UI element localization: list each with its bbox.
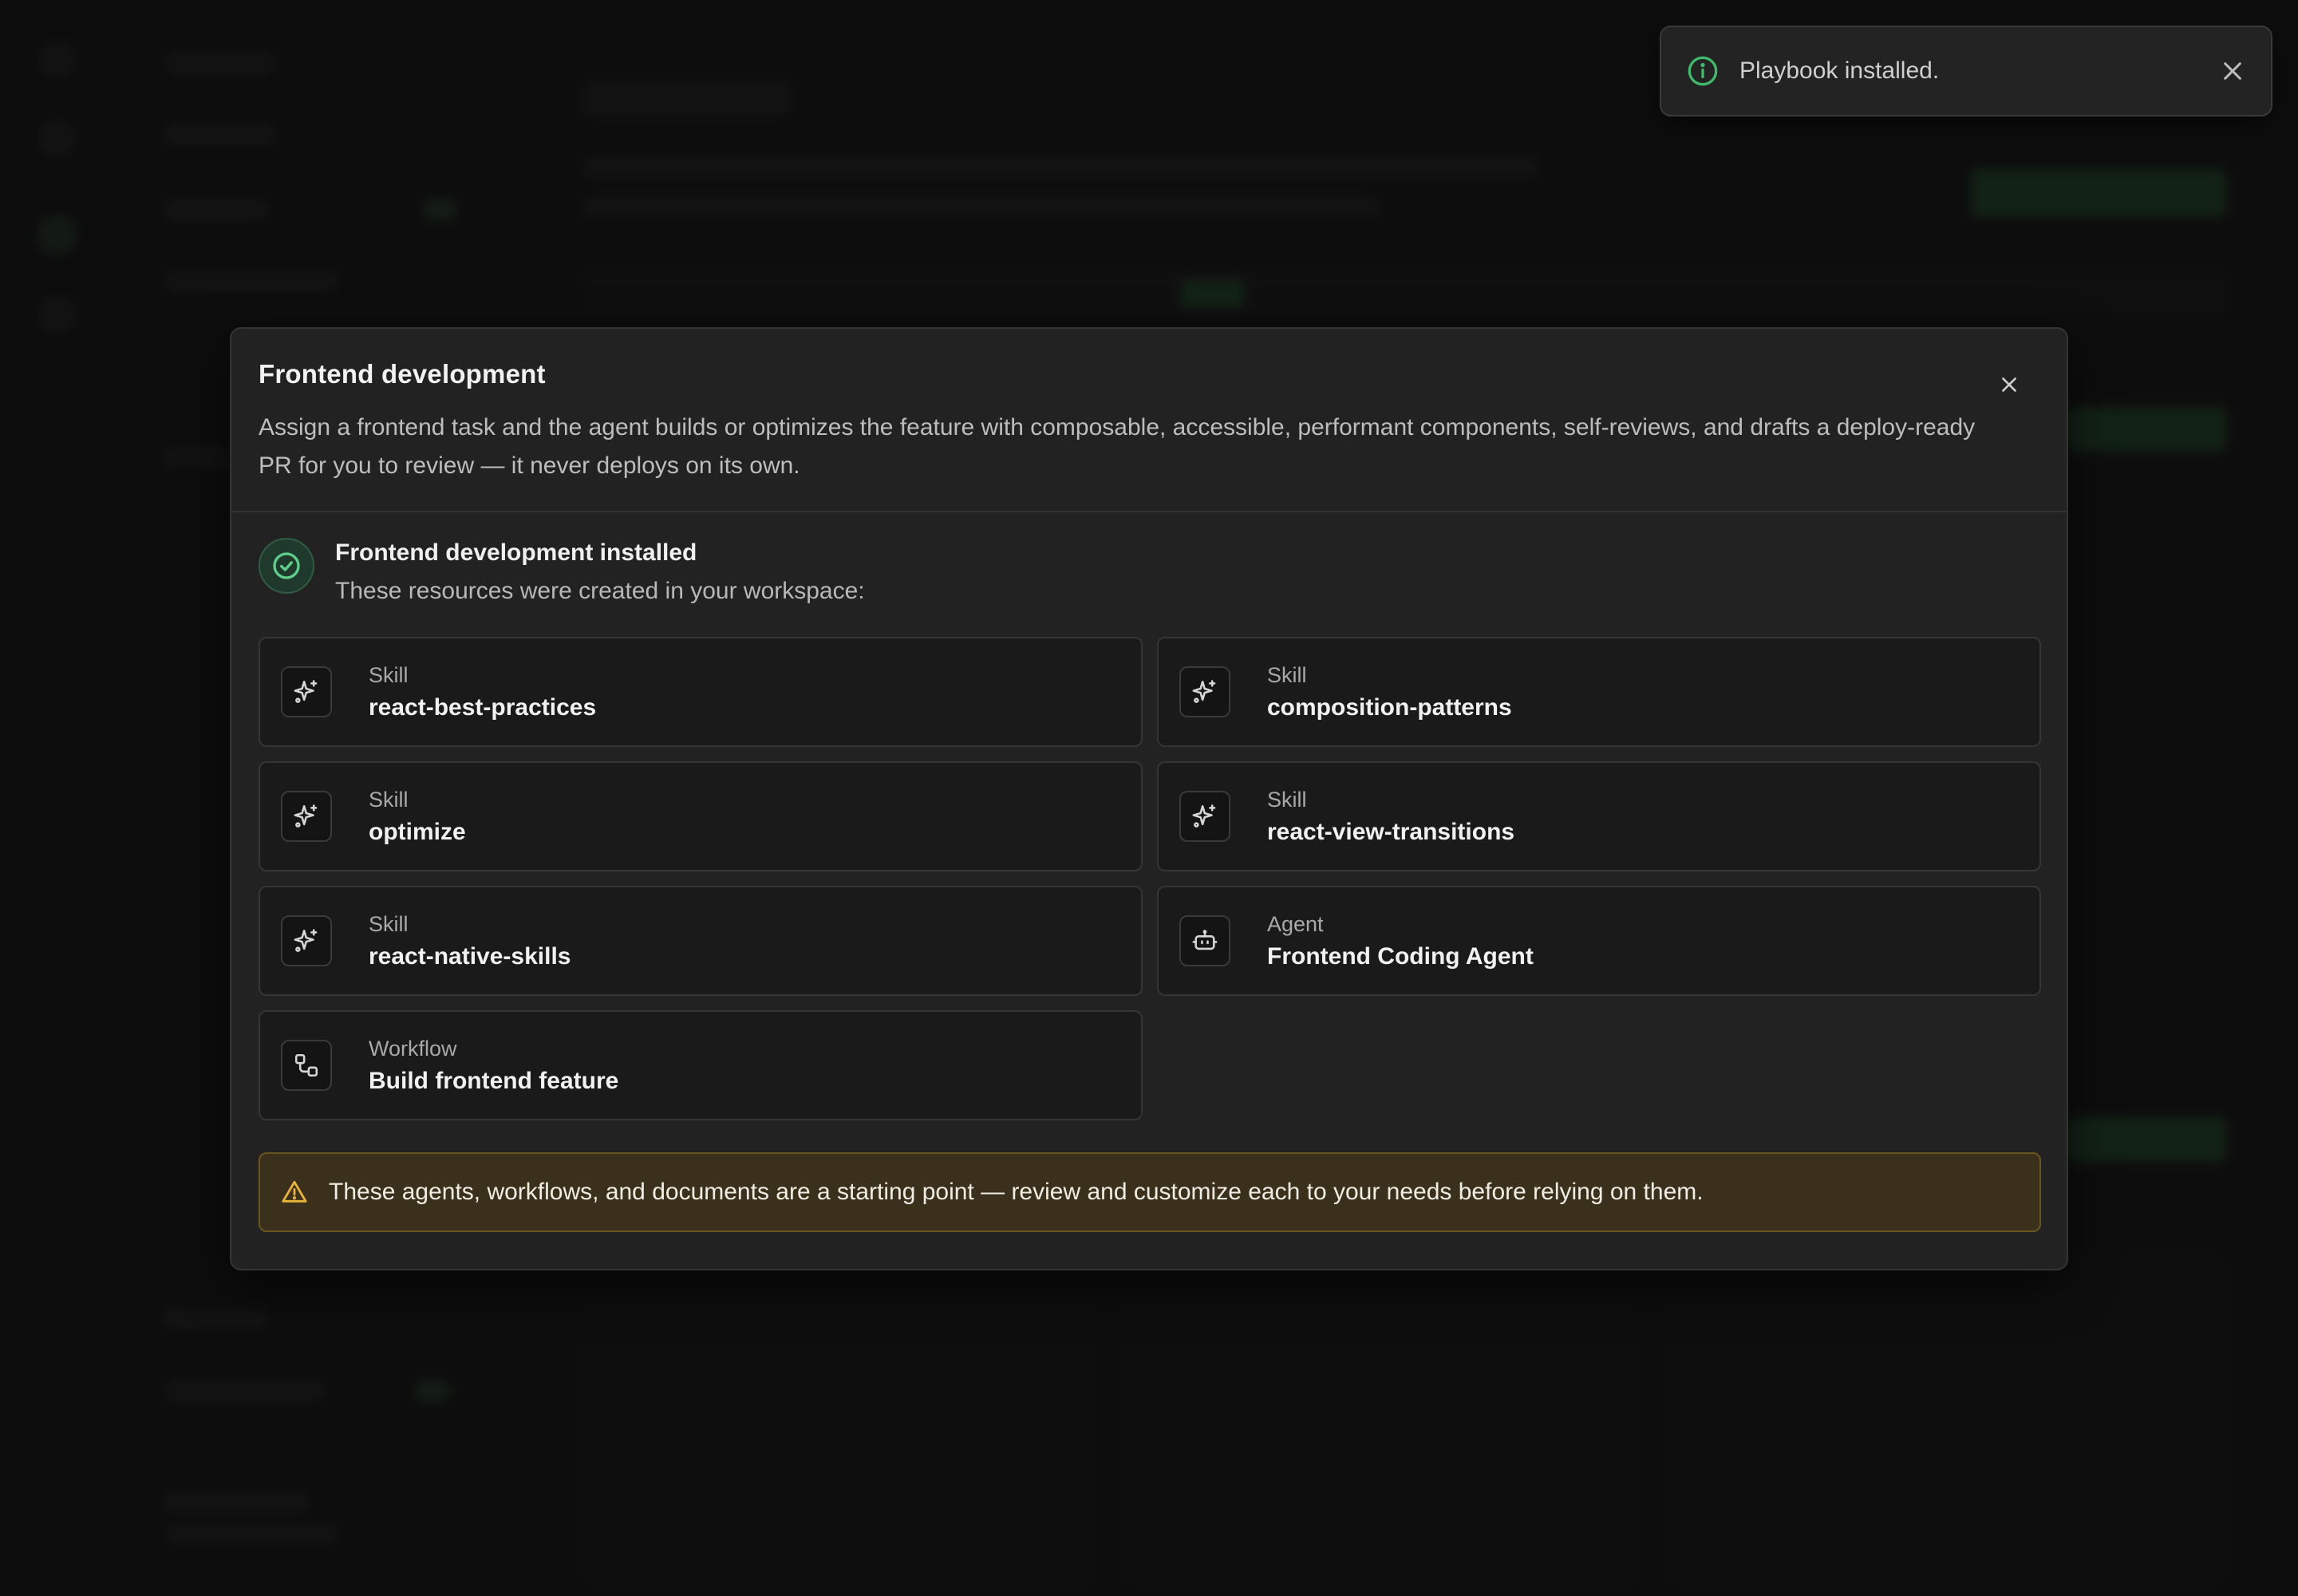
workflow-icon [281,1040,332,1091]
resource-name: Frontend Coding Agent [1267,942,1534,970]
resource-name: optimize [369,818,466,845]
modal-header: Frontend development Assign a frontend t… [231,329,2067,512]
info-circle-icon [1687,55,1719,87]
resource-card-optimize[interactable]: Skill optimize [259,761,1143,871]
resource-type: Skill [369,662,409,687]
installed-subtitle: These resources were created in your wor… [335,578,865,604]
toast-close-button[interactable] [2218,57,2247,85]
close-icon [2002,377,2016,392]
toast-notification: Playbook installed. [1660,26,2272,117]
warning-triangle-icon [281,1179,308,1206]
modal-body: Frontend development installed These res… [231,512,2067,1232]
installed-title: Frontend development installed [335,539,697,566]
modal-close-button[interactable] [1993,369,2025,401]
modal-description: Assign a frontend task and the agent bui… [259,414,1976,479]
resource-grid: Skill react-best-practices Skill composi… [259,637,2041,1120]
resource-name: Build frontend feature [369,1067,619,1094]
resource-type: Skill [369,787,409,812]
resource-card-react-best-practices[interactable]: Skill react-best-practices [259,637,1143,747]
resource-card-frontend-coding-agent[interactable]: Agent Frontend Coding Agent [1157,886,2041,996]
resource-name: react-best-practices [369,693,597,721]
resource-type: Agent [1267,911,1324,936]
warning-banner: These agents, workflows, and documents a… [259,1152,2041,1232]
resource-type: Workflow [369,1036,457,1061]
toast-message: Playbook installed. [1739,57,1940,84]
resource-type: Skill [369,911,409,936]
playbook-modal: Frontend development Assign a frontend t… [230,327,2068,1270]
resource-name: composition-patterns [1267,693,1512,721]
robot-icon [1179,915,1230,966]
install-status: Frontend development installed These res… [259,538,2041,605]
resource-name: react-native-skills [369,942,571,970]
warning-text: These agents, workflows, and documents a… [329,1179,1704,1205]
check-circle-icon [259,538,314,594]
sparkle-icon [1179,791,1230,842]
resource-type: Skill [1267,787,1307,812]
resource-name: react-view-transitions [1267,818,1515,845]
resource-card-build-frontend-feature[interactable]: Workflow Build frontend feature [259,1010,1143,1120]
sparkle-icon [281,791,332,842]
sparkle-icon [281,915,332,966]
sparkle-icon [1179,666,1230,717]
app-screen: Playbook installed. Frontend development… [0,0,2298,1596]
sparkle-icon [281,666,332,717]
resource-card-react-native-skills[interactable]: Skill react-native-skills [259,886,1143,996]
resource-card-react-view-transitions[interactable]: Skill react-view-transitions [1157,761,2041,871]
modal-title: Frontend development [259,359,546,389]
resource-type: Skill [1267,662,1307,687]
resource-card-composition-patterns[interactable]: Skill composition-patterns [1157,637,2041,747]
close-icon [2224,62,2241,80]
